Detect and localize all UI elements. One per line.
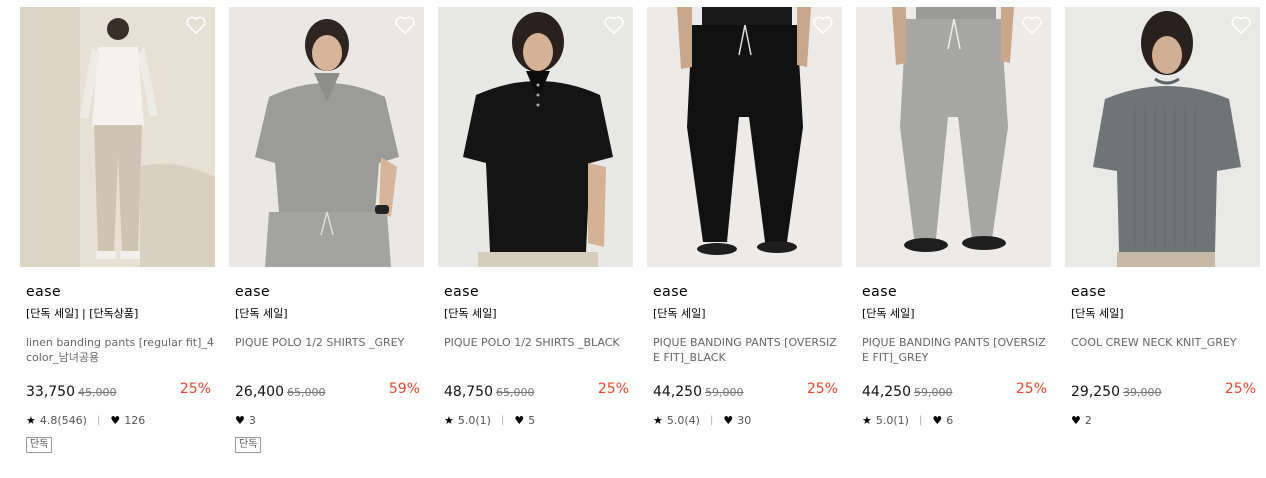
- heart-icon: ♥: [235, 413, 245, 427]
- rating-text: 4.8(546): [39, 413, 87, 427]
- like-count: 3: [248, 413, 256, 427]
- heart-outline-icon[interactable]: [394, 15, 416, 35]
- review-meta: ♥ 2: [1071, 413, 1260, 427]
- review-meta: ★ 5.0(1) | ♥ 6: [862, 413, 1051, 427]
- discount-rate: 25%: [806, 381, 838, 397]
- divider: |: [96, 414, 101, 426]
- product-photo: [20, 7, 215, 267]
- brand-name[interactable]: ease: [1071, 283, 1260, 301]
- price-row: 29,250 39,000 25%: [1071, 381, 1260, 401]
- sale-tags: [단독 세일]: [235, 307, 288, 320]
- discount-rate: 25%: [179, 381, 211, 397]
- product-image[interactable]: [856, 7, 1051, 267]
- product-card[interactable]: ease [단독 세일] PIQUE BANDING PANTS [OVERSI…: [647, 7, 842, 427]
- heart-outline-icon[interactable]: [185, 15, 207, 35]
- brand-name[interactable]: ease: [26, 283, 215, 301]
- like-count: 5: [528, 413, 536, 427]
- discount-rate: 25%: [1015, 381, 1047, 397]
- product-photo: [438, 7, 633, 267]
- price-row: 26,400 65,000 59%: [235, 381, 424, 401]
- product-image[interactable]: [20, 7, 215, 267]
- product-photo: [1065, 7, 1260, 267]
- sale-price: 29,250: [1071, 384, 1120, 400]
- product-photo: [856, 7, 1051, 267]
- review-meta: ★ 4.8(546) | ♥ 126: [26, 413, 215, 427]
- heart-icon: ♥: [514, 413, 525, 427]
- rating-text: 5.0(4): [666, 413, 700, 427]
- star-icon: ★: [653, 413, 663, 427]
- review-meta: ★ 5.0(4) | ♥ 30: [653, 413, 842, 427]
- price-row: 44,250 59,000 25%: [862, 381, 1051, 401]
- star-icon: ★: [26, 413, 36, 427]
- like-count: 30: [737, 413, 752, 427]
- heart-icon: ♥: [723, 413, 734, 427]
- product-name[interactable]: PIQUE BANDING PANTS [OVERSIZE FIT]_GREY: [862, 335, 1050, 365]
- like-count: 6: [946, 413, 954, 427]
- product-name[interactable]: COOL CREW NECK KNIT_GREY: [1071, 335, 1259, 365]
- divider: |: [500, 414, 505, 426]
- original-price: 59,000: [914, 386, 953, 399]
- brand-name[interactable]: ease: [653, 283, 842, 301]
- heart-icon: ♥: [932, 413, 943, 427]
- heart-outline-icon[interactable]: [1021, 15, 1043, 35]
- sale-tags: [단독 세일]: [653, 307, 706, 320]
- original-price: 65,000: [287, 386, 326, 399]
- exclusive-badge: 단독: [26, 437, 53, 453]
- product-name[interactable]: linen banding pants [regular fit]_4color…: [26, 335, 214, 365]
- product-card[interactable]: ease [단독 세일] COOL CREW NECK KNIT_GREY 29…: [1065, 7, 1260, 427]
- product-card[interactable]: ease [단독 세일] | [단독상품] linen banding pant…: [20, 7, 215, 453]
- product-photo: [229, 7, 424, 267]
- product-name[interactable]: PIQUE POLO 1/2 SHIRTS _GREY: [235, 335, 423, 365]
- sale-tags: [단독 세일] | [단독상품]: [26, 307, 139, 320]
- product-image[interactable]: [229, 7, 424, 267]
- price-row: 44,250 59,000 25%: [653, 381, 842, 401]
- product-name[interactable]: PIQUE BANDING PANTS [OVERSIZE FIT]_BLACK: [653, 335, 841, 365]
- price-row: 33,750 45,000 25%: [26, 381, 215, 401]
- exclusive-badge: 단독: [235, 437, 262, 453]
- divider: |: [709, 414, 714, 426]
- original-price: 65,000: [496, 386, 535, 399]
- discount-rate: 25%: [597, 381, 629, 397]
- review-meta: ♥ 3: [235, 413, 424, 427]
- sale-tags: [단독 세일]: [862, 307, 915, 320]
- sale-tags: [단독 세일]: [444, 307, 497, 320]
- like-count: 2: [1084, 413, 1092, 427]
- price-row: 48,750 65,000 25%: [444, 381, 633, 401]
- original-price: 59,000: [705, 386, 744, 399]
- product-name[interactable]: PIQUE POLO 1/2 SHIRTS _BLACK: [444, 335, 632, 365]
- sale-price: 48,750: [444, 384, 493, 400]
- sale-price: 26,400: [235, 384, 284, 400]
- product-card[interactable]: ease [단독 세일] PIQUE POLO 1/2 SHIRTS _BLAC…: [438, 7, 633, 427]
- original-price: 39,000: [1123, 386, 1162, 399]
- rating-text: 5.0(1): [875, 413, 909, 427]
- brand-name[interactable]: ease: [444, 283, 633, 301]
- heart-outline-icon[interactable]: [603, 15, 625, 35]
- rating-text: 5.0(1): [457, 413, 491, 427]
- heart-icon: ♥: [1071, 413, 1081, 427]
- divider: |: [918, 414, 923, 426]
- heart-icon: ♥: [110, 413, 121, 427]
- product-image[interactable]: [1065, 7, 1260, 267]
- product-photo: [647, 7, 842, 267]
- star-icon: ★: [862, 413, 872, 427]
- product-card[interactable]: ease [단독 세일] PIQUE POLO 1/2 SHIRTS _GREY…: [229, 7, 424, 453]
- discount-rate: 59%: [388, 381, 420, 397]
- brand-name[interactable]: ease: [862, 283, 1051, 301]
- sale-price: 44,250: [653, 384, 702, 400]
- product-grid: ease [단독 세일] | [단독상품] linen banding pant…: [0, 0, 1266, 478]
- brand-name[interactable]: ease: [235, 283, 424, 301]
- star-icon: ★: [444, 413, 454, 427]
- product-image[interactable]: [438, 7, 633, 267]
- discount-rate: 25%: [1224, 381, 1256, 397]
- heart-outline-icon[interactable]: [1230, 15, 1252, 35]
- product-card[interactable]: ease [단독 세일] PIQUE BANDING PANTS [OVERSI…: [856, 7, 1051, 427]
- sale-price: 33,750: [26, 384, 75, 400]
- sale-tags: [단독 세일]: [1071, 307, 1124, 320]
- original-price: 45,000: [78, 386, 117, 399]
- review-meta: ★ 5.0(1) | ♥ 5: [444, 413, 633, 427]
- like-count: 126: [124, 413, 146, 427]
- sale-price: 44,250: [862, 384, 911, 400]
- heart-outline-icon[interactable]: [812, 15, 834, 35]
- product-image[interactable]: [647, 7, 842, 267]
